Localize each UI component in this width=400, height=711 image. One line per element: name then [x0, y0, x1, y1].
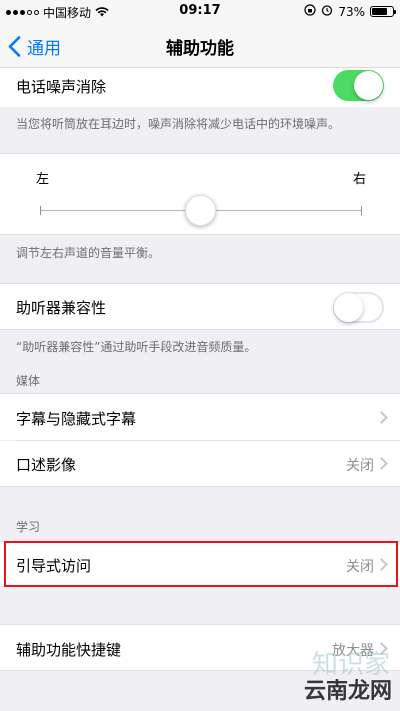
hearing-aid-footnote: “助听器兼容性”通过助听手段改进音频质量。 — [16, 340, 257, 354]
battery-icon — [370, 6, 396, 17]
toggle-knob — [334, 293, 363, 322]
chevron-right-icon — [375, 411, 388, 424]
watermark-text: 云南龙网 — [303, 679, 392, 704]
media-item-audio-descriptions[interactable]: 口述影像 关闭 — [0, 441, 400, 487]
noise-cancellation-label: 电话噪声消除 — [16, 78, 107, 96]
rotation-lock-icon — [304, 4, 316, 19]
hearing-aid-toggle[interactable] — [333, 292, 384, 323]
hearing-aid-row[interactable]: 助听器兼容性 — [0, 283, 400, 330]
balance-slider-thumb[interactable] — [185, 195, 216, 226]
noise-cancellation-toggle[interactable] — [333, 70, 384, 101]
balance-left-label: 左 — [36, 172, 50, 187]
media-section-header: 媒体 — [16, 374, 41, 388]
media-item-value: 关闭 — [346, 458, 374, 474]
slider-tick-right — [361, 206, 362, 215]
noise-cancellation-row[interactable]: 电话噪声消除 — [0, 68, 400, 107]
chevron-right-icon — [375, 457, 388, 470]
balance-footnote: 调节左右声道的音量平衡。 — [16, 246, 161, 260]
status-bar: 中国移动 09:17 73% — [0, 0, 400, 22]
hearing-aid-label: 助听器兼容性 — [16, 299, 107, 317]
status-right: 73% — [304, 4, 396, 19]
learning-section-header: 学习 — [16, 520, 41, 534]
accessibility-shortcut-label: 辅助功能快捷键 — [16, 641, 122, 659]
slider-tick-left — [40, 206, 41, 215]
alarm-icon — [321, 4, 333, 19]
media-item-label: 口述影像 — [16, 456, 77, 474]
page-title: 辅助功能 — [166, 39, 234, 59]
battery-percent: 73% — [338, 4, 365, 19]
noise-cancellation-footnote: 当您将听筒放在耳边时，噪声消除将减少电话中的环境噪声。 — [16, 117, 341, 131]
highlight-box — [4, 541, 398, 587]
navigation-bar: 通用 辅助功能 — [0, 22, 400, 68]
balance-slider-row: 左 右 — [0, 153, 400, 235]
media-item-subtitles[interactable]: 字幕与隐藏式字幕 — [0, 393, 400, 440]
balance-right-label: 右 — [352, 172, 366, 187]
media-item-label: 字幕与隐藏式字幕 — [16, 410, 137, 428]
toggle-knob — [354, 71, 383, 100]
